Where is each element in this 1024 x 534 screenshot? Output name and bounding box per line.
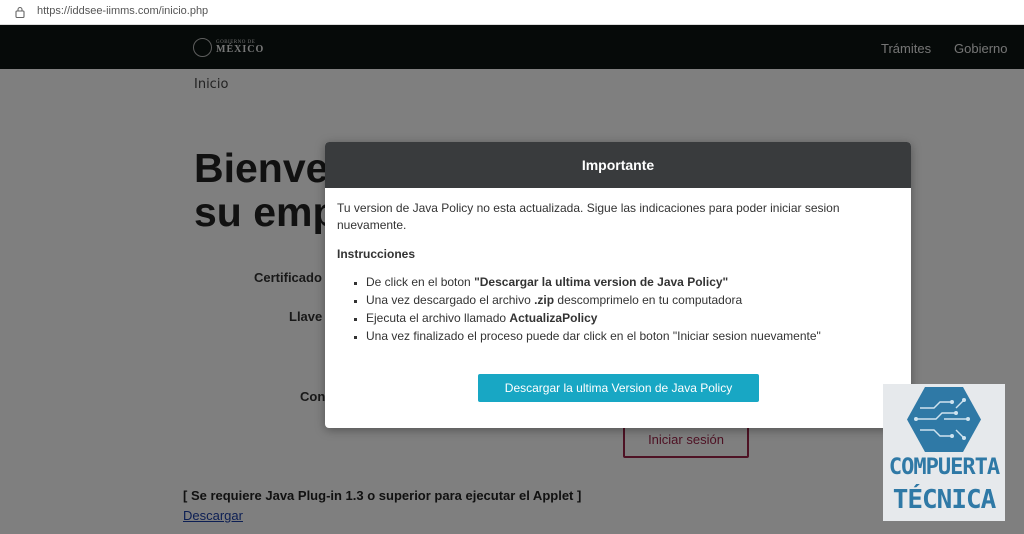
instructions-heading: Instrucciones xyxy=(337,247,416,261)
modal-title: Importante xyxy=(325,142,911,188)
modal-message: Tu version de Java Policy no esta actual… xyxy=(337,201,840,232)
browser-address-bar[interactable]: https://iddsee-iimms.com/inicio.php xyxy=(0,0,1024,25)
instruction-item: Una vez finalizado el proceso puede dar … xyxy=(366,327,899,345)
modal-body: Tu version de Java Policy no esta actual… xyxy=(325,188,911,345)
url-text[interactable]: https://iddsee-iimms.com/inicio.php xyxy=(37,5,208,17)
compuerta-tecnica-watermark: COMPUERTA TÉCNICA xyxy=(883,384,1005,521)
circuit-hexagon-icon xyxy=(907,387,981,452)
watermark-line-2: TÉCNICA xyxy=(892,485,997,515)
lock-icon xyxy=(15,6,25,18)
instructions-list: De click en el boton "Descargar la ultim… xyxy=(337,273,899,345)
important-modal: Importante Tu version de Java Policy no … xyxy=(325,142,911,428)
instruction-item: Ejecuta el archivo llamado ActualizaPoli… xyxy=(366,309,899,327)
watermark-line-1: COMPUERTA xyxy=(888,455,1000,480)
instruction-item: De click en el boton "Descargar la ultim… xyxy=(366,273,899,291)
download-java-policy-button[interactable]: Descargar la ultima Version de Java Poli… xyxy=(478,374,759,402)
instruction-item: Una vez descargado el archivo .zip desco… xyxy=(366,291,899,309)
